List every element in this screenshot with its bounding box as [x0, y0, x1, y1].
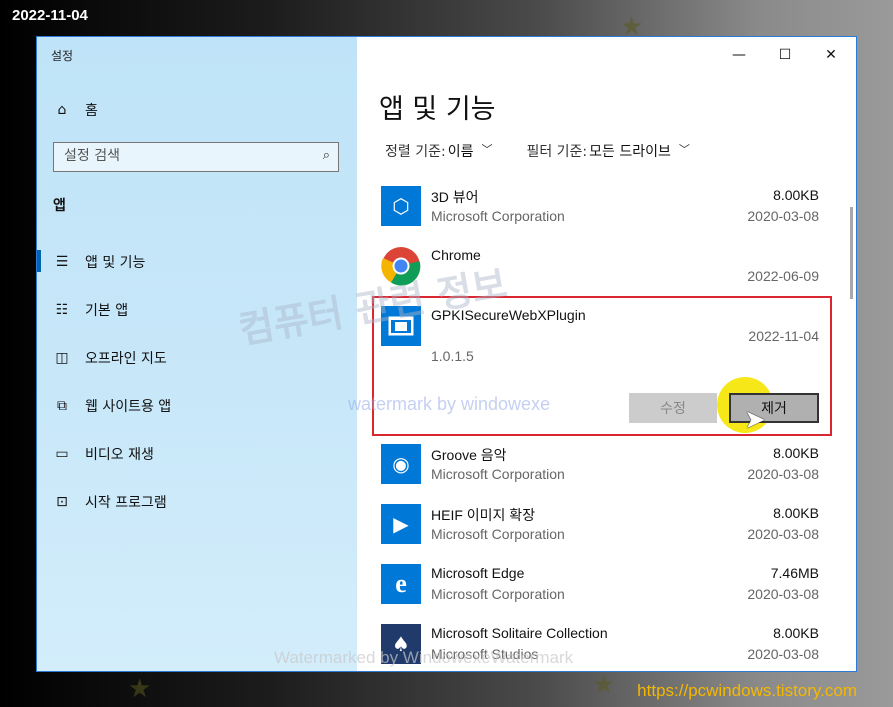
- app-publisher: Microsoft Corporation: [431, 208, 565, 224]
- app-size: 7.46MB: [770, 565, 819, 581]
- sidebar-item-default-apps[interactable]: ☷ 기본 앱: [53, 298, 128, 322]
- list-item-3d-viewer[interactable]: ⬡ 3D 뷰어 Microsoft Corporation 8.00KB 202…: [381, 186, 819, 246]
- app-size: 8.00KB: [773, 505, 819, 521]
- map-icon: ◫: [55, 350, 69, 366]
- chevron-down-icon: ﹀: [678, 143, 690, 156]
- app-date: 2022-06-09: [747, 268, 819, 284]
- chevron-down-icon: ﹀: [481, 143, 493, 156]
- sidebar-item-home[interactable]: ⌂ 홈: [53, 98, 98, 122]
- sidebar-item-label: 홈: [85, 103, 98, 119]
- sidebar-item-label: 시작 프로그램: [85, 495, 167, 511]
- sidebar-item-apps-features[interactable]: ☰ 앱 및 기능: [53, 250, 146, 274]
- app-name: 3D 뷰어: [431, 189, 479, 205]
- startup-icon: ⊡: [56, 494, 68, 510]
- app-name: Groove 음악: [431, 447, 507, 463]
- sidebar-item-label: 웹 사이트용 앱: [85, 399, 172, 415]
- sidebar-item-label: 앱 및 기능: [85, 255, 146, 271]
- filter-value: 모든 드라이브: [589, 144, 671, 160]
- star-decoration-icon: ★: [592, 670, 616, 700]
- sidebar-item-video-playback[interactable]: ▭ 비디오 재생: [53, 442, 154, 466]
- page-title: 앱 및 기능: [379, 94, 496, 125]
- sort-value: 이름: [447, 144, 474, 160]
- site-url: https://pcwindows.tistory.com: [637, 681, 857, 700]
- sidebar-item-web-apps[interactable]: ⧉ 웹 사이트용 앱: [53, 394, 171, 418]
- app-publisher: Microsoft Corporation: [431, 586, 565, 602]
- app-date: 2020-03-08: [747, 466, 819, 482]
- minimize-button[interactable]: —: [716, 41, 762, 69]
- app-publisher: Microsoft Corporation: [431, 466, 565, 482]
- star-decoration-icon: ★: [128, 674, 152, 704]
- app-date: 2022-11-04: [748, 328, 819, 344]
- app-size: 8.00KB: [773, 187, 819, 203]
- home-icon: ⌂: [57, 102, 67, 118]
- app-name: Microsoft Edge: [431, 565, 525, 581]
- video-icon: ▭: [55, 446, 69, 462]
- list-item-groove-music[interactable]: ◉ Groove 음악 Microsoft Corporation 8.00KB…: [381, 444, 819, 504]
- list-icon: ☰: [55, 254, 69, 270]
- app-version: 1.0.1.5: [431, 348, 474, 364]
- scrollbar[interactable]: [850, 207, 853, 299]
- app-date: 2020-03-08: [747, 208, 819, 224]
- section-label-apps: 앱: [53, 198, 66, 214]
- cube-icon: ⬡: [381, 186, 421, 226]
- sort-label: 정렬 기준:: [385, 144, 446, 160]
- search-icon[interactable]: ⌕: [323, 148, 330, 163]
- settings-window: 설정 ⌂ 홈 ⌕ 앱 ☰ 앱 및 기능 ☷ 기본 앱 ◫ 오프라인 지도 ⧉ 웹…: [36, 36, 857, 672]
- window-title: 설정: [51, 49, 74, 63]
- sidebar-item-startup[interactable]: ⊡ 시작 프로그램: [53, 490, 167, 514]
- filter-label: 필터 기준:: [526, 144, 588, 160]
- search-input[interactable]: [54, 143, 314, 169]
- main-content: — ☐ ✕ 앱 및 기능 정렬 기준: 이름 ﹀ 필터 기준: 모든 드라이브 …: [357, 37, 856, 671]
- uninstall-button[interactable]: 제거: [729, 393, 819, 423]
- active-indicator: [37, 250, 41, 272]
- watermark-bottom: Watermarked by WindowexeWatermark: [274, 648, 574, 667]
- app-publisher: Microsoft Corporation: [431, 526, 565, 542]
- modify-button[interactable]: 수정: [629, 393, 717, 423]
- app-date: 2020-03-08: [747, 646, 819, 662]
- list-item-heif-extension[interactable]: ▶ HEIF 이미지 확장 Microsoft Corporation 8.00…: [381, 504, 819, 564]
- web-app-icon: ⧉: [57, 398, 67, 414]
- app-date: 2020-03-08: [747, 586, 819, 602]
- sidebar: 설정 ⌂ 홈 ⌕ 앱 ☰ 앱 및 기능 ☷ 기본 앱 ◫ 오프라인 지도 ⧉ 웹…: [37, 37, 357, 671]
- edge-icon: e: [381, 564, 421, 604]
- sort-filter-row: 정렬 기준: 이름 ﹀ 필터 기준: 모든 드라이브 ﹀: [385, 141, 690, 161]
- music-disc-icon: ◉: [381, 444, 421, 484]
- app-name: Microsoft Solitaire Collection: [431, 625, 608, 641]
- sort-dropdown[interactable]: 정렬 기준: 이름 ﹀: [385, 141, 492, 161]
- date-stamp: 2022-11-04: [12, 7, 88, 24]
- default-apps-icon: ☷: [55, 302, 69, 318]
- app-name: HEIF 이미지 확장: [431, 507, 536, 523]
- mouse-cursor-icon: ➤: [744, 405, 766, 435]
- list-item-microsoft-edge[interactable]: e Microsoft Edge Microsoft Corporation 7…: [381, 564, 819, 624]
- filter-dropdown[interactable]: 필터 기준: 모든 드라이브 ﹀: [526, 141, 689, 161]
- maximize-button[interactable]: ☐: [762, 41, 808, 69]
- close-button[interactable]: ✕: [808, 41, 854, 69]
- search-box[interactable]: ⌕: [53, 142, 339, 172]
- sidebar-item-label: 기본 앱: [85, 303, 129, 319]
- sidebar-item-label: 비디오 재생: [85, 447, 154, 463]
- sidebar-item-label: 오프라인 지도: [85, 351, 167, 367]
- app-size: 8.00KB: [773, 625, 819, 641]
- app-size: 8.00KB: [773, 445, 819, 461]
- sidebar-item-offline-maps[interactable]: ◫ 오프라인 지도: [53, 346, 167, 370]
- puzzle-play-icon: ▶: [381, 504, 421, 544]
- watermark-text: watermark by windowexe: [348, 394, 551, 414]
- app-date: 2020-03-08: [747, 526, 819, 542]
